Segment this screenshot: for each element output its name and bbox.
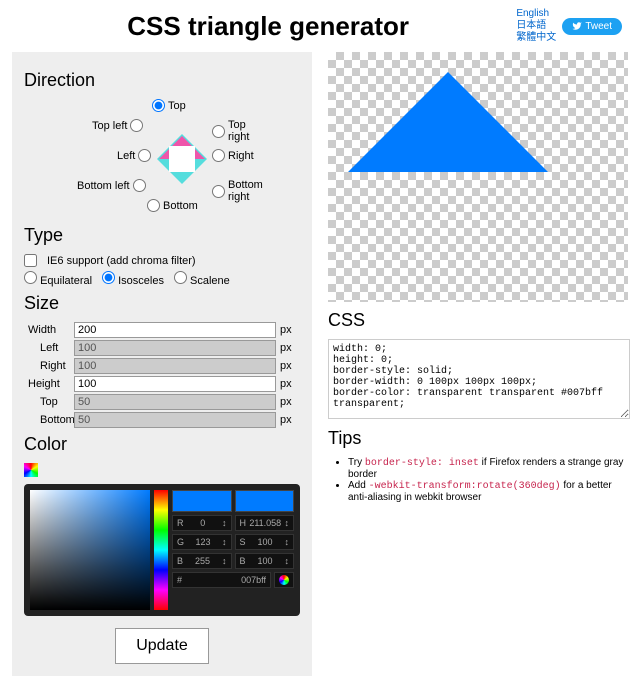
language-switcher: English 日本語 繁體中文: [516, 8, 556, 44]
tweet-label: Tweet: [585, 21, 612, 32]
g-field[interactable]: G123↕: [172, 534, 232, 550]
twitter-icon: [572, 21, 582, 31]
update-button[interactable]: Update: [115, 628, 209, 664]
dir-top[interactable]: Top: [152, 99, 186, 112]
ie6-checkbox[interactable]: [24, 254, 37, 267]
size-heading: Size: [24, 293, 300, 314]
lang-english[interactable]: English: [516, 8, 556, 20]
color-picker: R0↕H211.058↕ G123↕S100↕ B255↕B100↕ #007b…: [24, 484, 300, 616]
tip-2: Add -webkit-transform:rotate(360deg) for…: [348, 480, 630, 503]
bottom-label: Bottom: [24, 414, 74, 426]
tips-heading: Tips: [328, 428, 630, 449]
direction-heading: Direction: [24, 70, 300, 91]
s-field[interactable]: S100↕: [235, 534, 295, 550]
dir-top-right[interactable]: Top right: [212, 119, 262, 143]
top-input: [74, 394, 276, 410]
css-heading: CSS: [328, 310, 630, 331]
dir-right[interactable]: Right: [212, 149, 254, 162]
lang-japanese[interactable]: 日本語: [516, 20, 556, 32]
type-heading: Type: [24, 225, 300, 246]
top-label: Top: [24, 396, 74, 408]
css-output[interactable]: width: 0; height: 0; border-style: solid…: [328, 339, 630, 419]
height-input[interactable]: [74, 376, 276, 392]
tip-1: Try border-style: inset if Firefox rende…: [348, 457, 630, 480]
color-heading: Color: [24, 434, 300, 455]
triangle-shape: [348, 72, 548, 172]
br-field[interactable]: B100↕: [235, 553, 295, 569]
height-label: Height: [24, 378, 74, 390]
right-input: [74, 358, 276, 374]
direction-picker: Top Top left Top right Left Right Bottom…: [62, 99, 262, 219]
dir-bottom-left[interactable]: Bottom left: [77, 179, 146, 192]
saturation-value-panel[interactable]: [30, 490, 150, 610]
color-wheel-icon[interactable]: [24, 463, 38, 477]
swatch-new: [172, 490, 232, 512]
r-field[interactable]: R0↕: [172, 515, 232, 531]
type-scalene[interactable]: Scalene: [174, 271, 230, 287]
tweet-button[interactable]: Tweet: [562, 18, 622, 35]
color-wheel-button[interactable]: [274, 572, 294, 588]
width-label: Width: [24, 324, 74, 336]
b-field[interactable]: B255↕: [172, 553, 232, 569]
direction-visual: [157, 134, 207, 184]
page-title: CSS triangle generator: [20, 11, 516, 42]
left-input: [74, 340, 276, 356]
hex-field[interactable]: #007bff: [172, 572, 271, 588]
type-equilateral[interactable]: Equilateral: [24, 271, 92, 287]
ie6-label: IE6 support (add chroma filter): [47, 255, 196, 267]
dir-top-left[interactable]: Top left: [92, 119, 143, 132]
dir-left[interactable]: Left: [117, 149, 151, 162]
right-label: Right: [24, 360, 74, 372]
left-label: Left: [24, 342, 74, 354]
type-isosceles[interactable]: Isosceles: [102, 271, 164, 287]
dir-bottom[interactable]: Bottom: [147, 199, 198, 212]
triangle-preview: [328, 52, 628, 302]
swatch-current: [235, 490, 295, 512]
hue-slider[interactable]: [154, 490, 168, 610]
bottom-input: [74, 412, 276, 428]
lang-chinese[interactable]: 繁體中文: [516, 32, 556, 44]
h-field[interactable]: H211.058↕: [235, 515, 295, 531]
dir-bottom-right[interactable]: Bottom right: [212, 179, 263, 203]
width-input[interactable]: [74, 322, 276, 338]
